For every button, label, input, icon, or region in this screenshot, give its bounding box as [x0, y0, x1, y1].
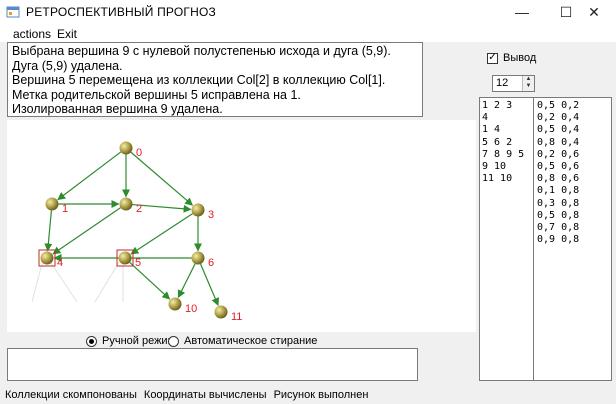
- log-line: Выбрана вершина 9 с нулевой полустепенью…: [12, 44, 391, 58]
- graph-node-3[interactable]: [191, 203, 205, 217]
- window-title: РЕТРОСПЕКТИВНЫЙ ПРОГНОЗ: [26, 5, 216, 19]
- list-item: 1 2 3: [482, 100, 513, 111]
- graph-edge-3-5: [130, 213, 193, 255]
- graph-node-10[interactable]: [168, 297, 182, 311]
- graph-node-label: 3: [208, 209, 214, 221]
- status-collections: Коллекции скомпонованы: [5, 389, 137, 401]
- list-item: 1 4: [482, 124, 501, 136]
- log-line: Дуга (5,9) удалена.: [12, 58, 123, 73]
- graph-node-label: 5: [135, 257, 141, 269]
- graph-drawing: 0 1 2 3 4 5 6 10 11: [31, 141, 242, 323]
- menu-exit[interactable]: Exit: [57, 27, 77, 41]
- list-item: 0,2 0,4: [537, 112, 580, 124]
- status-coordinates: Координаты вычислены: [143, 389, 267, 401]
- radio-auto-label: Автоматическое стирание: [184, 335, 318, 347]
- list-item: 11 10: [482, 173, 513, 185]
- log-line: Изолированная вершина 9 удалена.: [12, 102, 223, 117]
- list-item: 0,2 0,6: [537, 148, 580, 160]
- list-item: 0,9 0,8: [537, 234, 580, 246]
- output-checkbox[interactable]: ✓ Вывод: [487, 52, 536, 64]
- graph-canvas: 0 1 2 3 4 5 6 10 11: [7, 120, 476, 332]
- radio-auto-erase[interactable]: Автоматическое стирание: [168, 335, 317, 347]
- graph-node-label: 0: [136, 147, 142, 159]
- spinner-up-icon[interactable]: ▲: [523, 76, 534, 83]
- list-item: 9 10: [482, 161, 507, 173]
- graph-edge-0-3: [130, 151, 194, 206]
- graph-edge-1-4: [44, 210, 53, 252]
- minimize-button[interactable]: —: [500, 0, 544, 24]
- graph-node-4[interactable]: [40, 251, 54, 265]
- list-item: 0,5 0,2: [537, 100, 580, 111]
- maximize-icon: ☐: [559, 3, 573, 20]
- list-item: 4: [482, 112, 489, 124]
- minimize-icon: —: [515, 4, 529, 20]
- graph-edge-6-10: [177, 263, 196, 299]
- graph-edge-0-1: [57, 151, 122, 201]
- coordinates-listbox[interactable]: 0,5 0,2 0,2 0,4 0,5 0,4 0,8 0,4 0,2 0,6 …: [533, 97, 612, 381]
- graph-node-label: 2: [136, 203, 142, 215]
- graph-node-6[interactable]: [191, 251, 205, 265]
- list-item: 0,3 0,8: [537, 197, 580, 209]
- list-item: 0,5 0,8: [537, 209, 580, 221]
- radio-manual-mode[interactable]: Ручной режим: [86, 335, 175, 347]
- list-item: 0,7 0,8: [537, 222, 580, 234]
- close-button[interactable]: ✕: [572, 0, 616, 24]
- graph-node-label: 4: [57, 257, 63, 269]
- list-item: 0,1 0,8: [537, 185, 580, 197]
- menu-bar: [0, 24, 616, 42]
- graph-node-label: 6: [208, 257, 214, 269]
- app-icon: [6, 5, 20, 19]
- collections-listbox[interactable]: 1 2 3 4 1 4 5 6 2 7 8 9 5 9 10 11 10: [479, 97, 534, 381]
- input-textbox[interactable]: [7, 348, 418, 381]
- graph-node-2[interactable]: [119, 197, 133, 211]
- list-item: 0,5 0,4: [537, 124, 580, 136]
- radio-circle[interactable]: [86, 335, 97, 347]
- graph-node-11[interactable]: [214, 305, 228, 319]
- graph-node-5[interactable]: [118, 251, 132, 265]
- close-icon: ✕: [588, 3, 600, 20]
- radio-circle[interactable]: [168, 335, 179, 347]
- output-checkbox-label: Вывод: [503, 52, 537, 64]
- list-item: 5 6 2: [482, 136, 513, 148]
- status-bar: Коллекции скомпонованы Координаты вычисл…: [0, 386, 616, 404]
- graph-node-label: 11: [231, 311, 242, 323]
- menu-actions[interactable]: actions: [13, 27, 51, 41]
- graph-node-1[interactable]: [45, 197, 59, 211]
- status-drawing: Рисунок выполнен: [273, 389, 369, 401]
- graph-node-0[interactable]: [119, 141, 133, 155]
- graph-node-label: 1: [62, 203, 68, 215]
- list-item: 0,8 0,6: [537, 173, 580, 185]
- spinner-down-icon[interactable]: ▼: [523, 83, 534, 90]
- log-line: Метка родительской вершины 5 исправлена …: [12, 87, 301, 102]
- list-item: 7 8 9 5: [482, 148, 525, 160]
- graph-edge-6-11: [199, 263, 219, 307]
- checkbox-box[interactable]: ✓: [487, 52, 498, 64]
- list-item: 0,5 0,6: [537, 161, 580, 173]
- numeric-spinner[interactable]: 12 ▲ ▼: [492, 75, 535, 92]
- graph-node-label: 10: [185, 303, 197, 315]
- log-textbox[interactable]: Выбрана вершина 9 с нулевой полустепенью…: [7, 42, 423, 117]
- log-line: Вершина 5 перемещена из коллекции Col[2]…: [12, 73, 386, 88]
- list-item: 0,8 0,4: [537, 136, 580, 148]
- radio-manual-label: Ручной режим: [102, 335, 176, 347]
- spinner-value: 12: [496, 77, 509, 89]
